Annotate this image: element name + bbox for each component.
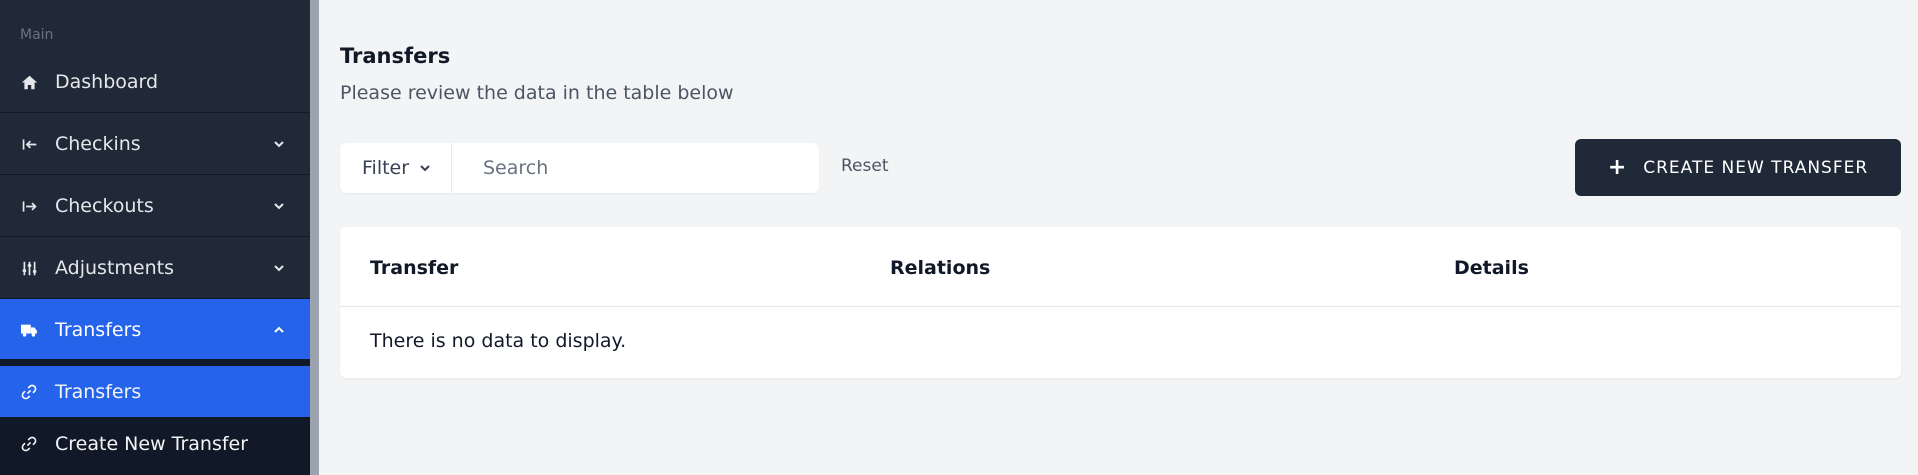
filter-bar: Filter [340,143,819,193]
search-input[interactable] [453,143,819,193]
sidebar-item-label: Transfers [55,318,142,341]
column-header-transfer: Transfer [370,257,459,279]
chevron-down-icon [272,261,286,275]
sidebar-subitem-label: Create New Transfer [55,432,249,455]
sidebar: Main Dashboard Checkins Checkouts Adjust… [0,0,310,475]
sidebar-scrollbar[interactable] [310,0,319,475]
sidebar-section-label: Main [20,27,54,43]
sidebar-submenu: Transfers Create New Transfer [0,359,310,475]
sidebar-item-label: Dashboard [55,71,159,93]
home-icon [20,73,38,91]
sidebar-subitem-label: Transfers [55,380,142,403]
sidebar-subitem-create-new-transfer[interactable]: Create New Transfer [0,418,310,469]
transfers-table: Transfer Relations Details There is no d… [340,227,1901,378]
sidebar-item-transfers[interactable]: Transfers [0,299,310,360]
plus-icon: + [1607,154,1628,180]
create-button-label: CREATE NEW TRANSFER [1643,157,1869,178]
sidebar-item-checkins[interactable]: Checkins [0,114,310,175]
reset-button[interactable]: Reset [841,156,889,176]
truck-icon [20,321,38,339]
sidebar-item-dashboard[interactable]: Dashboard [0,52,310,113]
create-new-transfer-button[interactable]: + CREATE NEW TRANSFER [1575,139,1901,196]
column-header-details: Details [1454,257,1529,279]
arrow-left-to-line-icon [20,135,38,153]
table-header: Transfer Relations Details [340,227,1901,307]
sidebar-item-label: Checkins [55,133,141,155]
empty-state-message: There is no data to display. [370,330,627,352]
sidebar-subitem-transfers[interactable]: Transfers [0,366,310,417]
column-header-relations: Relations [890,257,991,279]
page-title: Transfers [340,44,451,68]
chevron-down-icon [272,199,286,213]
filter-label: Filter [362,157,410,179]
sliders-icon [20,259,38,277]
sidebar-item-label: Checkouts [55,195,154,217]
chevron-down-icon [419,162,431,174]
sidebar-item-label: Adjustments [55,257,174,279]
chevron-down-icon [272,137,286,151]
chevron-up-icon [272,323,286,337]
page-subtitle: Please review the data in the table belo… [340,82,734,104]
link-icon [20,383,38,401]
link-icon [20,435,38,453]
sidebar-item-checkouts[interactable]: Checkouts [0,176,310,237]
arrow-right-to-line-icon [20,197,38,215]
sidebar-item-adjustments[interactable]: Adjustments [0,238,310,299]
filter-dropdown-button[interactable]: Filter [340,143,452,193]
